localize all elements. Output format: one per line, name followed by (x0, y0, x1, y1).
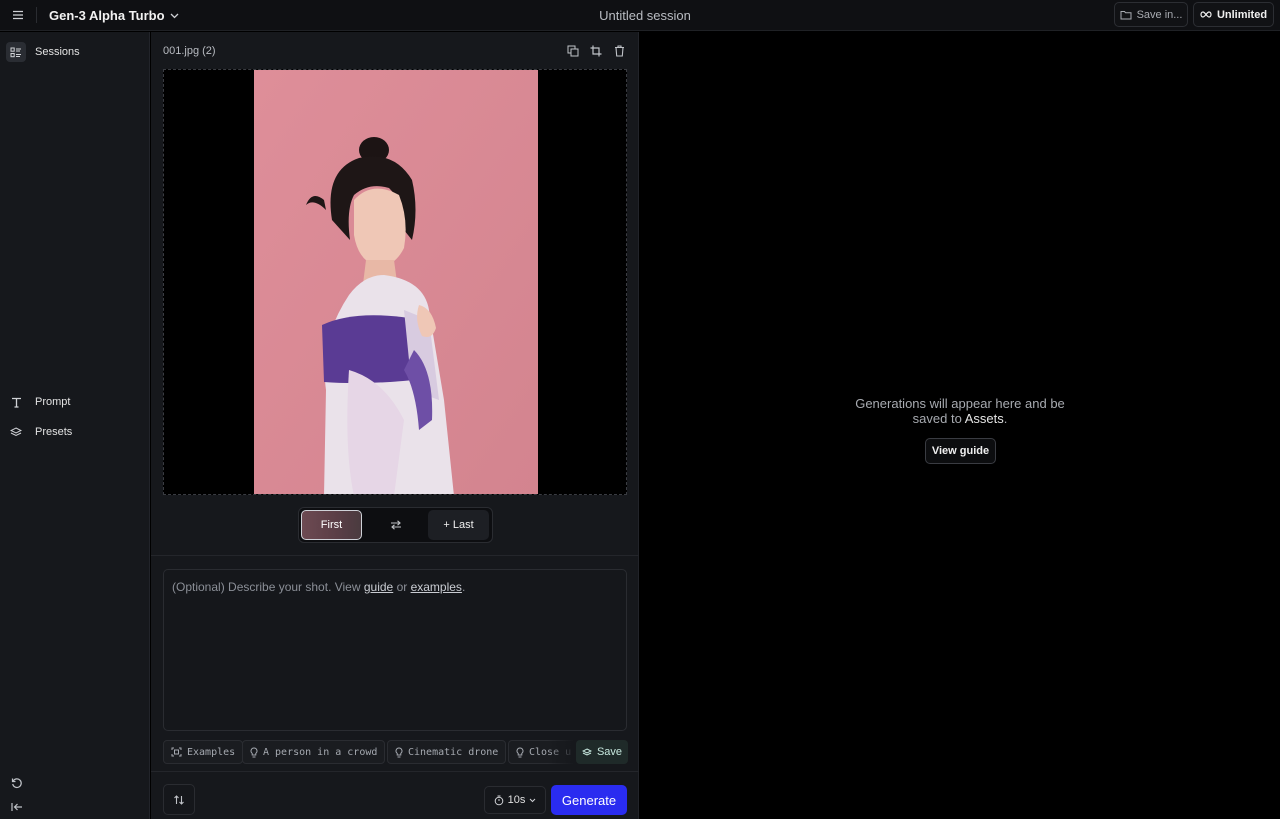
chip-label: Cinematic drone (408, 746, 499, 758)
sidebar-item-sessions[interactable]: Sessions (6, 41, 80, 63)
swap-icon (391, 520, 401, 530)
view-guide-label: View guide (931, 445, 990, 457)
reference-photo (254, 70, 538, 494)
top-bar: Gen-3 Alpha Turbo Untitled session Save … (0, 0, 1280, 31)
session-title-wrap: Untitled session (0, 8, 1280, 23)
sidebar-item-label: Prompt (35, 396, 71, 408)
hamburger-icon (13, 10, 23, 20)
divider (151, 771, 639, 772)
duplicate-button[interactable] (564, 42, 582, 60)
save-label: Save (596, 746, 623, 758)
generate-button[interactable]: Generate (551, 785, 627, 815)
duration-selector[interactable]: 10s (484, 786, 546, 814)
sidebar-item-prompt[interactable]: Prompt (6, 391, 70, 413)
bulb-icon (250, 746, 258, 757)
chip-label: A person in a crowd (263, 746, 378, 758)
view-guide-button[interactable]: View guide (925, 438, 996, 464)
trash-icon (614, 45, 624, 57)
bulb-icon (395, 746, 403, 757)
layers-icon (581, 747, 592, 756)
portrait-illustration (254, 70, 538, 494)
swap-frames-button[interactable] (381, 514, 411, 536)
bulb-icon (516, 746, 524, 757)
prompt-suggestions: Examples A person in a crowd Cinematic d… (163, 740, 573, 764)
empty-text: Generations will appear here and be save… (855, 396, 1065, 426)
image-preview[interactable] (163, 69, 627, 495)
examples-icon (171, 747, 182, 757)
model-selector[interactable]: Gen-3 Alpha Turbo (49, 6, 179, 25)
collapse-left-icon (11, 803, 22, 811)
empty-state-message: Generations will appear here and be save… (840, 396, 1080, 426)
collapse-sidebar-button[interactable] (8, 798, 26, 816)
save-in-label: Save in... (1136, 8, 1183, 21)
chip-suggestion[interactable]: A person in a crowd (242, 740, 386, 764)
prompt-placeholder: (Optional) Describe your shot. View (172, 580, 364, 594)
prompt-input[interactable]: (Optional) Describe your shot. View guid… (163, 569, 627, 731)
divider (36, 7, 37, 23)
duration-value: 10s (507, 794, 526, 806)
sessions-icon (6, 42, 26, 62)
delete-button[interactable] (610, 42, 628, 60)
editor-panel: 001.jpg (2) First + Last (Optional) Desc… (151, 32, 639, 819)
sidebar-item-label: Sessions (35, 46, 80, 58)
model-name: Gen-3 Alpha Turbo (49, 8, 165, 23)
menu-button[interactable] (6, 4, 30, 26)
prompt-end: . (461, 580, 466, 594)
undo-history-icon (11, 778, 22, 788)
crop-icon (590, 45, 602, 57)
chip-label: Close u (529, 746, 572, 758)
output-area: Generations will appear here and be save… (640, 32, 1280, 819)
left-sidebar: Sessions Prompt Presets (0, 32, 150, 819)
file-name: 001.jpg (2) (163, 45, 216, 57)
text-icon (6, 392, 26, 412)
assets-link[interactable]: Assets (965, 411, 1004, 426)
examples-link[interactable]: examples (411, 580, 462, 594)
chip-suggestion[interactable]: Cinematic drone (387, 740, 507, 764)
generate-label: Generate (561, 792, 617, 808)
save-in-button[interactable]: Save in... (1114, 2, 1188, 27)
divider (151, 555, 639, 556)
last-frame-label: + Last (443, 519, 474, 531)
save-preset-button[interactable]: Save (576, 740, 628, 764)
chevron-down-icon (530, 798, 536, 802)
history-button[interactable] (8, 774, 26, 792)
empty-text-end: . (1003, 411, 1008, 426)
first-frame-label: First (320, 519, 343, 531)
sidebar-item-label: Presets (35, 426, 73, 438)
sidebar-item-presets[interactable]: Presets (6, 421, 72, 443)
layers-icon (6, 422, 26, 442)
plan-label: Unlimited (1216, 8, 1268, 21)
chip-suggestion[interactable]: Close u (508, 740, 573, 764)
first-frame-button[interactable]: First (301, 510, 362, 540)
prompt-or: or (393, 580, 411, 594)
timer-icon (494, 795, 503, 805)
crop-button[interactable] (587, 42, 605, 60)
folder-icon (1120, 10, 1132, 19)
chip-label: Examples (187, 746, 236, 758)
frame-selector: First + Last (298, 507, 493, 543)
copy-icon (567, 45, 579, 57)
infinity-icon (1200, 11, 1212, 18)
unlimited-plan-button[interactable]: Unlimited (1193, 2, 1274, 27)
sort-settings-icon (174, 794, 184, 805)
guide-link[interactable]: guide (364, 580, 393, 594)
session-title[interactable]: Untitled session (599, 8, 691, 23)
chip-examples[interactable]: Examples (163, 740, 244, 764)
add-last-frame-button[interactable]: + Last (428, 510, 489, 540)
chevron-down-icon (170, 13, 179, 18)
settings-button[interactable] (163, 784, 195, 815)
